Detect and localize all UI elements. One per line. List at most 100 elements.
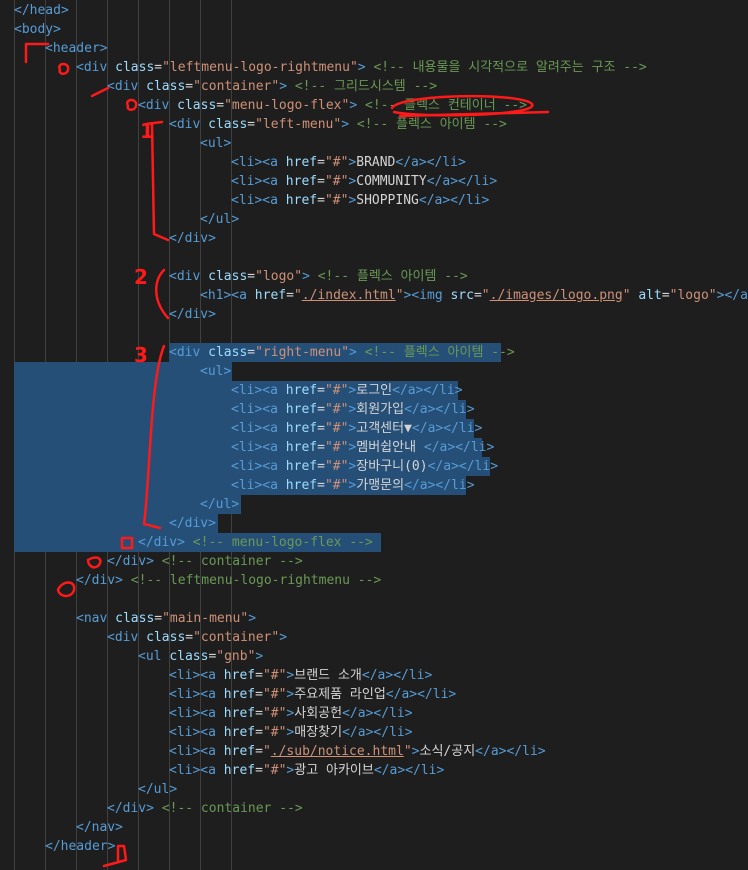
code-line[interactable]: <li><a href="#">COMMUNITY</a></li> bbox=[0, 172, 748, 191]
code-line[interactable]: <li><a href="#">SHOPPING</a></li> bbox=[0, 191, 748, 210]
code-token: > bbox=[349, 345, 357, 360]
code-token: href bbox=[285, 193, 318, 208]
code-line[interactable]: <li><a href="#">로그인</a></li> bbox=[0, 381, 748, 400]
code-token: li bbox=[238, 402, 255, 417]
code-line[interactable]: <ul> bbox=[0, 362, 748, 381]
code-line[interactable]: <header> bbox=[0, 39, 748, 58]
code-token: ></ bbox=[397, 763, 421, 778]
code-line[interactable]: <div class="container"> <!-- 그리드시스템 --> bbox=[0, 77, 748, 96]
code-line[interactable]: <li><a href="#">브랜드 소개</a></li> bbox=[0, 666, 748, 685]
code-token: "#" bbox=[324, 383, 349, 398]
code-line-content: <li><a href="#">로그인</a></li> bbox=[231, 381, 463, 400]
code-line[interactable]: <li><a href="#">회원가입</a></li> bbox=[0, 400, 748, 419]
code-token: body bbox=[21, 22, 54, 37]
code-line[interactable]: <div class="left-menu"> <!-- 플렉스 아이템 --> bbox=[0, 115, 748, 134]
code-token: < bbox=[138, 98, 146, 113]
code-line[interactable]: </ul> bbox=[0, 495, 748, 514]
code-token: li bbox=[474, 459, 491, 474]
code-line[interactable]: <nav class="main-menu"> bbox=[0, 609, 748, 628]
code-line[interactable]: <li><a href="./sub/notice.html">소식/공지</a… bbox=[0, 742, 748, 761]
code-token: a bbox=[442, 174, 451, 189]
code-line[interactable]: <div class="leftmenu-logo-rightmenu"> <!… bbox=[0, 58, 748, 77]
code-token: "#" bbox=[262, 706, 287, 721]
code-line[interactable]: </ul> bbox=[0, 210, 748, 229]
code-line[interactable] bbox=[0, 324, 748, 343]
code-token: > bbox=[302, 269, 310, 284]
code-token: a bbox=[270, 440, 278, 455]
code-token: href bbox=[223, 687, 256, 702]
code-line-content: </ul> bbox=[138, 780, 177, 799]
code-line[interactable]: <body> bbox=[0, 20, 748, 39]
code-line[interactable]: <li><a href="#">광고 아카이브</a></li> bbox=[0, 761, 748, 780]
code-line[interactable]: <div class="container"> bbox=[0, 628, 748, 647]
code-token: li bbox=[522, 744, 538, 759]
code-line[interactable]: <li><a href="#">주요제품 라인업</a></li> bbox=[0, 685, 748, 704]
code-token: < bbox=[45, 41, 53, 56]
code-token: div bbox=[176, 269, 201, 284]
code-line[interactable]: <div class="right-menu"> <!-- 플렉스 아이템 --… bbox=[0, 343, 748, 362]
code-token: href bbox=[285, 478, 318, 493]
code-line[interactable]: </div> <!-- container --> bbox=[0, 552, 748, 571]
code-line[interactable]: </div> <!-- menu-logo-flex --> bbox=[0, 533, 748, 552]
code-line[interactable]: <li><a href="#">매장찾기</a></li> bbox=[0, 723, 748, 742]
code-token: >< bbox=[192, 668, 209, 683]
code-token: li bbox=[238, 174, 255, 189]
code-line[interactable]: <h1><a href="./index.html"><img src="./i… bbox=[0, 286, 748, 305]
code-token: < bbox=[76, 611, 84, 626]
code-token: = bbox=[255, 687, 263, 702]
code-token: < bbox=[231, 155, 239, 170]
code-line[interactable] bbox=[0, 248, 748, 267]
code-line[interactable]: </div> <!-- container --> bbox=[0, 799, 748, 818]
code-token: </ bbox=[76, 573, 92, 588]
code-token: "#" bbox=[324, 193, 349, 208]
code-line[interactable]: </head> bbox=[0, 1, 748, 20]
code-token: >< bbox=[192, 706, 209, 721]
code-token: ul bbox=[153, 782, 170, 797]
code-line[interactable]: <li><a href="#">멤버쉽안내 </a></li> bbox=[0, 438, 748, 457]
code-token: div bbox=[114, 79, 139, 94]
code-token: a bbox=[490, 744, 499, 759]
code-line[interactable]: <li><a href="#">고객센터▼</a></li> bbox=[0, 419, 748, 438]
code-line[interactable]: <div class="logo"> <!-- 플렉스 아이템 --> bbox=[0, 267, 748, 286]
code-line[interactable]: </div> bbox=[0, 514, 748, 533]
code-token: > bbox=[486, 440, 495, 455]
code-line[interactable]: <li><a href="#">가맹문의</a></li> bbox=[0, 476, 748, 495]
code-line[interactable]: <li><a href="#">BRAND</a></li> bbox=[0, 153, 748, 172]
code-token: </ bbox=[76, 820, 92, 835]
code-token: a bbox=[270, 193, 278, 208]
code-line[interactable]: </nav> bbox=[0, 818, 748, 837]
code-token: = bbox=[216, 98, 225, 113]
code-token: "#" bbox=[324, 174, 349, 189]
code-token: = bbox=[317, 459, 325, 474]
code-token: href bbox=[223, 763, 256, 778]
code-token: = bbox=[154, 60, 163, 75]
code-token: <!-- 플렉스 아이템 --> bbox=[356, 117, 507, 132]
code-line[interactable]: </ul> bbox=[0, 780, 748, 799]
code-token: ul bbox=[215, 212, 232, 227]
code-editor[interactable]: </head> <body> <header> <div class="leftmen… bbox=[0, 0, 748, 870]
code-token: 멤버쉽안내 bbox=[356, 440, 424, 455]
code-line[interactable]: <li><a href="#">사회공헌</a></li> bbox=[0, 704, 748, 723]
code-line[interactable]: </div> <!-- leftmenu-logo-rightmenu --> bbox=[0, 571, 748, 590]
code-token: ul bbox=[207, 136, 224, 151]
code-line[interactable]: <ul class="gnb"> bbox=[0, 647, 748, 666]
code-line-content: <h1><a href="./index.html"><img src="./i… bbox=[200, 286, 748, 305]
code-line[interactable]: </div> bbox=[0, 305, 748, 324]
code-token: > bbox=[481, 193, 490, 208]
code-line[interactable]: </header> bbox=[0, 837, 748, 856]
code-line[interactable]: <li><a href="#">장바구니(0)</a></li> bbox=[0, 457, 748, 476]
code-token: a bbox=[270, 402, 278, 417]
code-line[interactable]: <div class="menu-logo-flex"> <!-- 플렉스 컨테… bbox=[0, 96, 748, 115]
code-line[interactable] bbox=[0, 590, 748, 609]
code-line-content: </div> <!-- container --> bbox=[107, 799, 303, 818]
code-line[interactable]: </div> bbox=[0, 229, 748, 248]
code-token: li bbox=[176, 668, 193, 683]
code-line-content: <li><a href="#">회원가입</a></li> bbox=[231, 400, 475, 419]
code-line-content: <div class="menu-logo-flex"> <!-- 플렉스 컨테… bbox=[138, 96, 527, 115]
code-line[interactable]: <ul> bbox=[0, 134, 748, 153]
code-token: "left-menu" bbox=[255, 117, 342, 132]
